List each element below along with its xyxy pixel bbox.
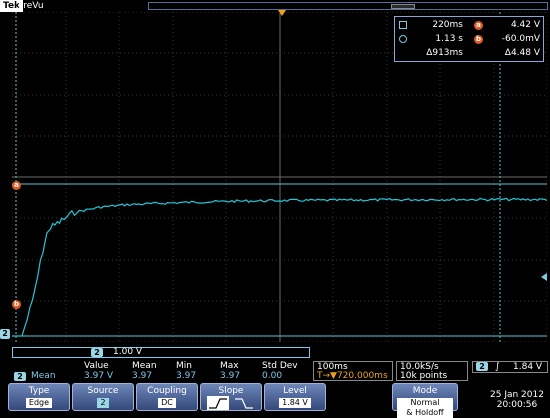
measurement-label: Mean xyxy=(31,371,56,381)
coupling-label: Coupling xyxy=(147,386,187,396)
time: 20:00:56 xyxy=(496,400,538,410)
trigger-readout[interactable]: 2 ∫ 1.84 V xyxy=(472,361,548,373)
mode-label: Mode xyxy=(412,386,438,396)
cursor-row-2: 1.13 s b -60.0mV xyxy=(395,33,545,46)
cursor-delta-voltage: Δ4.48 V xyxy=(504,48,540,58)
measurement-header-stddev: Std Dev xyxy=(262,361,298,371)
falling-edge-icon[interactable] xyxy=(233,396,255,410)
mode-button[interactable]: Mode Normal & Holdoff xyxy=(392,383,458,418)
record-view-bar xyxy=(148,2,548,10)
horizontal-position: T→▼720.000ms xyxy=(317,371,388,381)
date-time: 25 Jan 2012 20:00:56 xyxy=(490,390,544,410)
channel-scale-bar[interactable]: 2 1.00 V xyxy=(12,347,310,358)
cursor-readout: 220ms a 4.42 V 1.13 s b -60.0mV Δ913ms Δ… xyxy=(394,16,544,62)
measurement-stddev: 0.00 xyxy=(262,371,283,381)
measurement-panel: 2 Mean Value Mean Min Max Std Dev 3.97 V… xyxy=(12,361,310,381)
measurement-channel-badge: 2 xyxy=(14,372,26,381)
source-label: Source xyxy=(87,386,119,396)
type-button[interactable]: Type Edge xyxy=(8,383,70,411)
measurement-header-min: Min xyxy=(176,361,192,371)
level-label: Level xyxy=(283,386,307,396)
slope-options xyxy=(207,396,257,410)
coupling-value: DC xyxy=(158,398,176,408)
measurement-value: 3.97 V xyxy=(84,371,114,381)
cursor-row-delta: Δ913ms Δ4.48 V xyxy=(395,47,545,60)
mode-value: Normal xyxy=(397,398,453,408)
measurement-min: 3.97 xyxy=(176,371,197,381)
cursor-a-marker[interactable]: a xyxy=(12,181,21,190)
horizontal-timebase[interactable]: 100ms T→▼720.000ms xyxy=(313,361,393,381)
trigger-channel-badge: 2 xyxy=(476,362,488,371)
record-length: 10k points xyxy=(400,371,448,381)
channel-badge: 2 xyxy=(91,348,103,357)
coupling-button[interactable]: Coupling DC xyxy=(136,383,198,411)
cursor-a-icon xyxy=(399,21,407,29)
top-status-bar: Tek PreVu xyxy=(0,0,550,12)
cursor-b-marker[interactable]: b xyxy=(12,300,21,309)
cursor-a-time: 220ms xyxy=(432,20,463,30)
source-button[interactable]: Source 2 xyxy=(72,383,134,411)
cursor-b-voltage: -60.0mV xyxy=(501,34,540,44)
ch2-ground-marker[interactable]: 2 xyxy=(0,329,10,339)
trigger-slope-icon: ∫ xyxy=(495,362,500,372)
level-button[interactable]: Level 1.84 V xyxy=(264,383,326,411)
mode-holdoff: & Holdoff xyxy=(397,408,453,418)
trigger-level: 1.84 V xyxy=(513,362,543,372)
date: 25 Jan 2012 xyxy=(490,390,544,400)
bottom-menu-bar: Type Edge Source 2 Coupling DC Slope Lev… xyxy=(0,383,550,418)
record-view-window xyxy=(391,4,415,9)
cursor-b-icon xyxy=(399,35,407,43)
measurement-header-mean: Mean xyxy=(132,361,157,371)
cursor-a-badge: a xyxy=(474,21,483,30)
cursor-row-1: 220ms a 4.42 V xyxy=(395,19,545,32)
measurement-header-max: Max xyxy=(220,361,239,371)
trigger-position-icon[interactable] xyxy=(278,10,286,16)
channel-scale: 1.00 V xyxy=(113,347,143,357)
slope-button[interactable]: Slope xyxy=(200,383,262,411)
cursor-b-time: 1.13 s xyxy=(435,34,463,44)
acquisition-info[interactable]: 10.0kS/s 10k points xyxy=(396,361,468,381)
cursor-a-voltage: 4.42 V xyxy=(510,20,540,30)
measurement-max: 3.97 xyxy=(220,371,241,381)
source-value: 2 xyxy=(97,398,109,408)
cursor-b-badge: b xyxy=(474,35,483,44)
measurement-mean: 3.97 xyxy=(132,371,153,381)
rising-edge-icon[interactable] xyxy=(207,396,229,410)
measurement-header-value: Value xyxy=(84,361,109,371)
acquisition-status: PreVu xyxy=(18,1,44,11)
level-value: 1.84 V xyxy=(279,398,311,408)
cursor-delta-time: Δ913ms xyxy=(426,48,463,58)
type-value: Edge xyxy=(25,398,53,408)
trigger-level-icon[interactable] xyxy=(541,273,547,281)
type-label: Type xyxy=(28,386,50,396)
